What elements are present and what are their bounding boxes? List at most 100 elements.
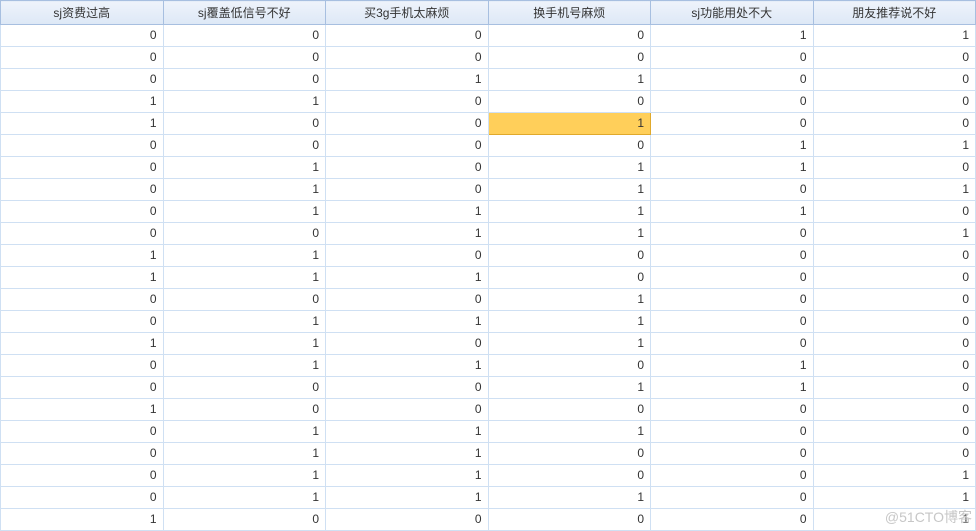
- table-cell[interactable]: 1: [163, 245, 326, 267]
- table-cell[interactable]: 1: [163, 311, 326, 333]
- table-cell[interactable]: 0: [1, 355, 164, 377]
- table-cell[interactable]: 0: [488, 443, 651, 465]
- table-cell[interactable]: 1: [488, 157, 651, 179]
- table-cell[interactable]: 0: [488, 465, 651, 487]
- table-cell[interactable]: 0: [163, 223, 326, 245]
- table-cell[interactable]: 1: [651, 157, 814, 179]
- table-cell[interactable]: 0: [813, 157, 976, 179]
- table-cell[interactable]: 1: [488, 113, 651, 135]
- table-cell[interactable]: 0: [651, 113, 814, 135]
- table-cell[interactable]: 1: [813, 223, 976, 245]
- table-row[interactable]: 011001: [1, 465, 976, 487]
- table-cell[interactable]: 1: [163, 421, 326, 443]
- table-cell[interactable]: 0: [813, 245, 976, 267]
- table-cell[interactable]: 0: [813, 421, 976, 443]
- table-cell[interactable]: 1: [326, 465, 489, 487]
- table-cell[interactable]: 0: [813, 201, 976, 223]
- table-cell[interactable]: 0: [326, 289, 489, 311]
- table-cell[interactable]: 0: [163, 289, 326, 311]
- table-row[interactable]: 000011: [1, 135, 976, 157]
- table-row[interactable]: 001101: [1, 223, 976, 245]
- table-cell[interactable]: 0: [488, 509, 651, 531]
- table-cell[interactable]: 0: [163, 399, 326, 421]
- table-cell[interactable]: 1: [163, 465, 326, 487]
- table-cell[interactable]: 0: [813, 355, 976, 377]
- table-cell[interactable]: 0: [651, 289, 814, 311]
- table-cell[interactable]: 0: [651, 47, 814, 69]
- table-cell[interactable]: 0: [651, 267, 814, 289]
- table-cell[interactable]: 1: [163, 355, 326, 377]
- table-cell[interactable]: 0: [1, 47, 164, 69]
- table-cell[interactable]: 1: [488, 69, 651, 91]
- table-row[interactable]: 100100: [1, 113, 976, 135]
- table-cell[interactable]: 0: [651, 179, 814, 201]
- table-row[interactable]: 000110: [1, 377, 976, 399]
- table-row[interactable]: 010101: [1, 179, 976, 201]
- table-cell[interactable]: 0: [1, 377, 164, 399]
- table-cell[interactable]: 1: [326, 421, 489, 443]
- table-cell[interactable]: 1: [163, 443, 326, 465]
- table-cell[interactable]: 1: [326, 487, 489, 509]
- table-cell[interactable]: 0: [1, 421, 164, 443]
- column-header[interactable]: sj功能用处不大: [651, 1, 814, 25]
- table-cell[interactable]: 1: [326, 311, 489, 333]
- table-cell[interactable]: 0: [813, 113, 976, 135]
- table-cell[interactable]: 0: [651, 421, 814, 443]
- table-cell[interactable]: 1: [163, 157, 326, 179]
- table-cell[interactable]: 0: [651, 245, 814, 267]
- table-cell[interactable]: 0: [651, 443, 814, 465]
- table-cell[interactable]: 0: [326, 91, 489, 113]
- table-cell[interactable]: 0: [651, 333, 814, 355]
- table-cell[interactable]: 1: [488, 487, 651, 509]
- table-row[interactable]: 000011: [1, 25, 976, 47]
- table-cell[interactable]: 1: [488, 201, 651, 223]
- table-cell[interactable]: 1: [163, 91, 326, 113]
- table-cell[interactable]: 1: [488, 223, 651, 245]
- table-cell[interactable]: 0: [163, 25, 326, 47]
- table-row[interactable]: 011100: [1, 421, 976, 443]
- table-cell[interactable]: 0: [326, 333, 489, 355]
- table-cell[interactable]: 0: [163, 47, 326, 69]
- table-cell[interactable]: 0: [813, 69, 976, 91]
- table-cell[interactable]: 0: [1, 223, 164, 245]
- table-cell[interactable]: 0: [326, 25, 489, 47]
- table-cell[interactable]: 1: [1, 113, 164, 135]
- table-row[interactable]: 001100: [1, 69, 976, 91]
- table-cell[interactable]: 1: [813, 487, 976, 509]
- table-cell[interactable]: 1: [1, 399, 164, 421]
- table-cell[interactable]: 1: [1, 91, 164, 113]
- table-cell[interactable]: 1: [651, 355, 814, 377]
- table-cell[interactable]: 0: [326, 47, 489, 69]
- table-cell[interactable]: 0: [813, 377, 976, 399]
- table-cell[interactable]: 1: [163, 487, 326, 509]
- table-cell[interactable]: 1: [1, 333, 164, 355]
- table-cell[interactable]: 0: [813, 289, 976, 311]
- table-cell[interactable]: 0: [163, 377, 326, 399]
- table-row[interactable]: 010110: [1, 157, 976, 179]
- table-row[interactable]: 100001: [1, 509, 976, 531]
- table-cell[interactable]: 0: [488, 399, 651, 421]
- table-cell[interactable]: 1: [326, 355, 489, 377]
- table-cell[interactable]: 0: [488, 91, 651, 113]
- table-cell[interactable]: 0: [326, 157, 489, 179]
- table-cell[interactable]: 0: [488, 47, 651, 69]
- table-cell[interactable]: 1: [488, 421, 651, 443]
- table-cell[interactable]: 1: [813, 135, 976, 157]
- table-cell[interactable]: 0: [651, 509, 814, 531]
- table-cell[interactable]: 0: [326, 509, 489, 531]
- table-row[interactable]: 011100: [1, 311, 976, 333]
- table-cell[interactable]: 1: [488, 289, 651, 311]
- table-cell[interactable]: 1: [651, 25, 814, 47]
- table-cell[interactable]: 0: [651, 311, 814, 333]
- table-cell[interactable]: 0: [488, 267, 651, 289]
- table-cell[interactable]: 0: [651, 399, 814, 421]
- table-row[interactable]: 011110: [1, 201, 976, 223]
- table-cell[interactable]: 0: [813, 443, 976, 465]
- table-cell[interactable]: 0: [488, 135, 651, 157]
- table-cell[interactable]: 0: [1, 25, 164, 47]
- table-cell[interactable]: 0: [1, 135, 164, 157]
- table-cell[interactable]: 1: [813, 509, 976, 531]
- table-cell[interactable]: 1: [326, 69, 489, 91]
- data-grid[interactable]: sj资费过高sj覆盖低信号不好买3g手机太麻烦换手机号麻烦sj功能用处不大朋友推…: [0, 0, 976, 531]
- table-cell[interactable]: 1: [813, 465, 976, 487]
